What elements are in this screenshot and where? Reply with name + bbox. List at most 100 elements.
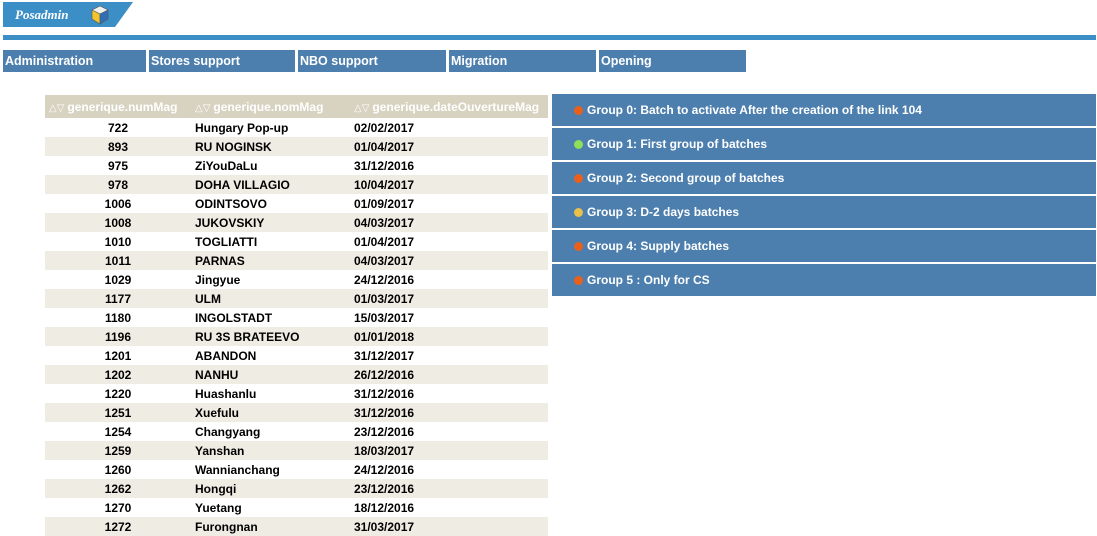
- cell-date-ouverture: 01/04/2017: [350, 232, 548, 251]
- status-dot-icon: [574, 174, 583, 183]
- cell-nom-mag: Xuefulu: [191, 403, 350, 422]
- cell-num-mag: 1029: [45, 270, 191, 289]
- cell-date-ouverture: 23/12/2016: [350, 479, 548, 498]
- batch-group-3[interactable]: Group 3: D-2 days batches: [552, 196, 1096, 228]
- batch-group-1[interactable]: Group 1: First group of batches: [552, 128, 1096, 160]
- table-row[interactable]: 1180 INGOLSTADT 15/03/2017: [45, 308, 548, 327]
- batch-group-5[interactable]: Group 5 : Only for CS: [552, 264, 1096, 296]
- table-row[interactable]: 1259 Yanshan 18/03/2017: [45, 441, 548, 460]
- cell-nom-mag: RU 3S BRATEEVO: [191, 327, 350, 346]
- table-row[interactable]: 1260 Wannianchang 24/12/2016: [45, 460, 548, 479]
- cell-num-mag: 1010: [45, 232, 191, 251]
- status-dot-icon: [574, 106, 583, 115]
- nav-nbo-support[interactable]: NBO support: [298, 50, 446, 72]
- cell-nom-mag: DOHA VILLAGIO: [191, 175, 350, 194]
- table-row[interactable]: 1177 ULM 01/03/2017: [45, 289, 548, 308]
- cell-nom-mag: Jingyue: [191, 270, 350, 289]
- cell-date-ouverture: 01/09/2017: [350, 194, 548, 213]
- nav-opening[interactable]: Opening: [599, 50, 746, 72]
- cell-nom-mag: Changyang: [191, 422, 350, 441]
- cell-nom-mag: ODINTSOVO: [191, 194, 350, 213]
- cell-num-mag: 1011: [45, 251, 191, 270]
- cell-num-mag: 1251: [45, 403, 191, 422]
- cell-nom-mag: Yuetang: [191, 498, 350, 517]
- cell-num-mag: 978: [45, 175, 191, 194]
- table-row[interactable]: 1010 TOGLIATTI 01/04/2017: [45, 232, 548, 251]
- stores-table: △▽ generique.numMag △▽ generique.nomMag △▽…: [45, 95, 548, 536]
- table-row[interactable]: 1008 JUKOVSKIY 04/03/2017: [45, 213, 548, 232]
- table-row[interactable]: 1270 Yuetang 18/12/2016: [45, 498, 548, 517]
- nav-administration[interactable]: Administration: [3, 50, 146, 72]
- status-dot-icon: [574, 242, 583, 251]
- table-row[interactable]: 1029 Jingyue 24/12/2016: [45, 270, 548, 289]
- sort-arrows-icon[interactable]: △▽: [49, 103, 64, 114]
- cell-num-mag: 722: [45, 118, 191, 137]
- table-row[interactable]: 975 ZiYouDaLu 31/12/2016: [45, 156, 548, 175]
- batch-group-2[interactable]: Group 2: Second group of batches: [552, 162, 1096, 194]
- nav-migration[interactable]: Migration: [449, 50, 596, 72]
- cell-num-mag: 1201: [45, 346, 191, 365]
- table-header-row: △▽ generique.numMag △▽ generique.nomMag △▽…: [45, 95, 548, 118]
- cell-num-mag: 1272: [45, 517, 191, 536]
- stores-table-container: △▽ generique.numMag △▽ generique.nomMag △▽…: [45, 95, 548, 536]
- table-row[interactable]: 893 RU NOGINSK 01/04/2017: [45, 137, 548, 156]
- status-dot-icon: [574, 208, 583, 217]
- batch-group-label: Group 0: Batch to activate After the cre…: [587, 103, 922, 117]
- table-row[interactable]: 722 Hungary Pop-up 02/02/2017: [45, 118, 548, 137]
- batch-groups-panel: Group 0: Batch to activate After the cre…: [552, 94, 1096, 298]
- cell-nom-mag: Hungary Pop-up: [191, 118, 350, 137]
- cell-nom-mag: Yanshan: [191, 441, 350, 460]
- table-row[interactable]: 1254 Changyang 23/12/2016: [45, 422, 548, 441]
- cell-nom-mag: JUKOVSKIY: [191, 213, 350, 232]
- column-header-num-mag[interactable]: △▽ generique.numMag: [45, 95, 191, 118]
- column-header-nom-mag[interactable]: △▽ generique.nomMag: [191, 95, 350, 118]
- table-row[interactable]: 978 DOHA VILLAGIO 10/04/2017: [45, 175, 548, 194]
- table-row[interactable]: 1262 Hongqi 23/12/2016: [45, 479, 548, 498]
- cell-date-ouverture: 01/04/2017: [350, 137, 548, 156]
- cell-date-ouverture: 15/03/2017: [350, 308, 548, 327]
- cell-date-ouverture: 23/12/2016: [350, 422, 548, 441]
- cell-nom-mag: Furongnan: [191, 517, 350, 536]
- status-dot-icon: [574, 140, 583, 149]
- table-body: 722 Hungary Pop-up 02/02/2017 893 RU NOGINSK…: [45, 118, 548, 536]
- cell-nom-mag: NANHU: [191, 365, 350, 384]
- cell-date-ouverture: 18/12/2016: [350, 498, 548, 517]
- table-row[interactable]: 1196 RU 3S BRATEEVO 01/01/2018: [45, 327, 548, 346]
- cell-date-ouverture: 31/12/2016: [350, 156, 548, 175]
- cell-nom-mag: RU NOGINSK: [191, 137, 350, 156]
- app-logo[interactable]: Posadmin: [3, 2, 133, 27]
- cell-nom-mag: ZiYouDaLu: [191, 156, 350, 175]
- cell-num-mag: 1220: [45, 384, 191, 403]
- cell-num-mag: 1270: [45, 498, 191, 517]
- table-row[interactable]: 1251 Xuefulu 31/12/2016: [45, 403, 548, 422]
- table-row[interactable]: 1011 PARNAS 04/03/2017: [45, 251, 548, 270]
- batch-group-label: Group 2: Second group of batches: [587, 171, 785, 185]
- sort-arrows-icon[interactable]: △▽: [354, 103, 369, 114]
- batch-group-0[interactable]: Group 0: Batch to activate After the cre…: [552, 94, 1096, 126]
- cell-nom-mag: Huashanlu: [191, 384, 350, 403]
- cell-nom-mag: PARNAS: [191, 251, 350, 270]
- cell-date-ouverture: 01/01/2018: [350, 327, 548, 346]
- table-row[interactable]: 1202 NANHU 26/12/2016: [45, 365, 548, 384]
- cell-nom-mag: TOGLIATTI: [191, 232, 350, 251]
- cell-num-mag: 1202: [45, 365, 191, 384]
- nav-stores-support[interactable]: Stores support: [149, 50, 295, 72]
- cell-date-ouverture: 31/12/2016: [350, 403, 548, 422]
- cell-num-mag: 1196: [45, 327, 191, 346]
- cell-nom-mag: ULM: [191, 289, 350, 308]
- cell-num-mag: 893: [45, 137, 191, 156]
- cell-nom-mag: Wannianchang: [191, 460, 350, 479]
- cell-nom-mag: Hongqi: [191, 479, 350, 498]
- table-row[interactable]: 1006 ODINTSOVO 01/09/2017: [45, 194, 548, 213]
- table-row[interactable]: 1201 ABANDON 31/12/2017: [45, 346, 548, 365]
- table-row[interactable]: 1272 Furongnan 31/03/2017: [45, 517, 548, 536]
- column-header-date-ouverture-mag[interactable]: △▽ generique.dateOuvertureMag: [350, 95, 548, 118]
- batch-group-label: Group 1: First group of batches: [587, 137, 768, 151]
- sort-arrows-icon[interactable]: △▽: [195, 103, 210, 114]
- cell-nom-mag: INGOLSTADT: [191, 308, 350, 327]
- table-row[interactable]: 1220 Huashanlu 31/12/2016: [45, 384, 548, 403]
- cell-nom-mag: ABANDON: [191, 346, 350, 365]
- batch-group-4[interactable]: Group 4: Supply batches: [552, 230, 1096, 262]
- cell-date-ouverture: 31/03/2017: [350, 517, 548, 536]
- cell-num-mag: 1008: [45, 213, 191, 232]
